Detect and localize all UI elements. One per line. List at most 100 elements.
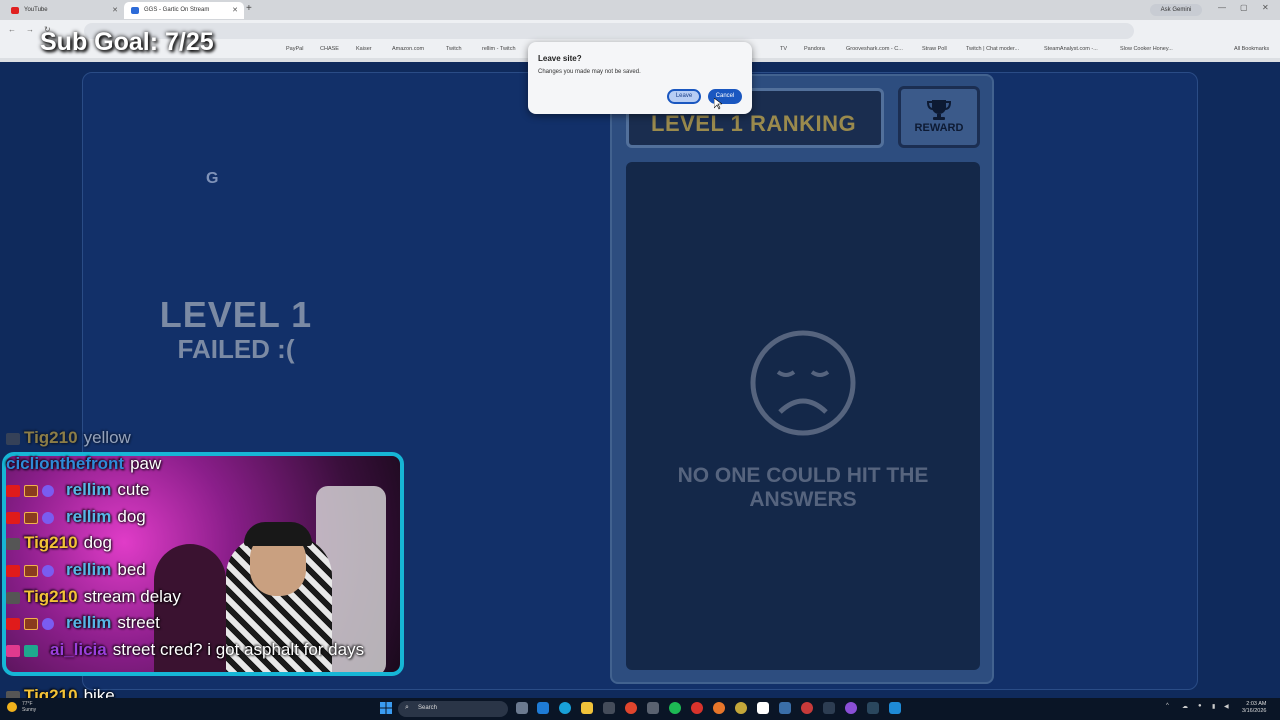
app-icon[interactable] bbox=[647, 702, 659, 714]
dialog-title: Leave site? bbox=[538, 54, 582, 63]
camera-badge-icon bbox=[6, 564, 20, 577]
chat-message: ciclionthefront paw bbox=[6, 454, 161, 478]
chat-user: rellim bbox=[66, 560, 112, 579]
leave-button[interactable]: Leave bbox=[667, 89, 701, 104]
chat-user: Tig210 bbox=[24, 428, 78, 447]
windows-start-icon[interactable] bbox=[380, 702, 392, 714]
subscriber-badge-icon bbox=[24, 511, 38, 524]
bookmark-item[interactable]: TV bbox=[780, 46, 787, 52]
dialog-message: Changes you made may not be saved. bbox=[538, 69, 641, 75]
app-icon[interactable] bbox=[735, 702, 747, 714]
copilot-icon[interactable] bbox=[537, 702, 549, 714]
chat-user: rellim bbox=[66, 507, 112, 526]
chat-text: cute bbox=[117, 480, 150, 499]
bookmark-item[interactable]: All Bookmarks bbox=[1234, 46, 1269, 52]
bookmark-item[interactable]: rellim - Twitch bbox=[482, 46, 516, 52]
reward-button[interactable]: REWARD bbox=[898, 86, 980, 148]
network-icon[interactable]: ▮ bbox=[1212, 703, 1215, 710]
mod-badge-icon bbox=[6, 537, 20, 550]
subscriber-badge-icon bbox=[24, 484, 38, 497]
spotify-icon[interactable] bbox=[669, 702, 681, 714]
taskbar-search[interactable]: ⌕ Search bbox=[398, 701, 508, 717]
camera-badge-icon bbox=[6, 617, 20, 630]
sad-face-icon bbox=[750, 330, 856, 436]
steam-icon[interactable] bbox=[867, 702, 879, 714]
camera-badge-icon bbox=[6, 511, 20, 524]
stream-chat: Tig210 yellow ciclionthefront paw rellim cu… bbox=[0, 428, 420, 720]
minimize-icon[interactable]: — bbox=[1218, 3, 1226, 12]
empty-ranking-message: NO ONE COULD HIT THE ANSWERS bbox=[677, 464, 929, 511]
camera-badge-icon bbox=[6, 484, 20, 497]
bookmark-item[interactable]: Twitch | Chat moder... bbox=[966, 46, 1019, 52]
bookmark-item[interactable]: Grooveshark.com - C... bbox=[846, 46, 903, 52]
obs-icon[interactable] bbox=[757, 702, 769, 714]
terminal-icon[interactable] bbox=[823, 702, 835, 714]
bookmark-item[interactable]: Amazon.com bbox=[392, 46, 424, 52]
app-icon[interactable] bbox=[845, 702, 857, 714]
chat-user: ciclionthefront bbox=[6, 454, 125, 473]
bookmark-item[interactable]: Straw Poll bbox=[922, 46, 947, 52]
bookmark-item[interactable]: CHASE bbox=[320, 46, 339, 52]
bookmark-item[interactable]: SteamAnalyst.com -... bbox=[1044, 46, 1098, 52]
sub-goal-overlay: Sub Goal: 7/25 bbox=[40, 28, 214, 56]
chat-text: paw bbox=[130, 454, 162, 473]
tray-chevron-icon[interactable]: ^ bbox=[1166, 703, 1169, 709]
app-icon[interactable] bbox=[801, 702, 813, 714]
weather-desc: Sunny bbox=[22, 707, 37, 713]
app-icon[interactable] bbox=[889, 702, 901, 714]
hint-letter: G bbox=[206, 170, 219, 187]
ranking-title: LEVEL 1 RANKING bbox=[651, 111, 857, 136]
reward-label: REWARD bbox=[914, 122, 964, 134]
chat-text: dog bbox=[83, 533, 112, 552]
tab-gartic[interactable]: GGS - Gartic On Stream ✕ bbox=[124, 2, 244, 19]
back-icon[interactable]: ← bbox=[8, 25, 16, 34]
mod-badge-icon bbox=[6, 432, 20, 445]
close-icon[interactable]: ✕ bbox=[232, 6, 238, 14]
store-icon[interactable] bbox=[603, 702, 615, 714]
verified-badge-icon bbox=[42, 564, 54, 577]
bookmark-item[interactable]: Kaiser bbox=[356, 46, 372, 52]
chat-message: Tig210 dog bbox=[6, 533, 112, 557]
address-bar[interactable] bbox=[84, 23, 1134, 39]
weather-widget[interactable]: 77°F Sunny bbox=[7, 701, 37, 713]
file-explorer-icon[interactable] bbox=[581, 702, 593, 714]
chrome-icon[interactable] bbox=[625, 702, 637, 714]
chat-text: yellow bbox=[83, 428, 131, 447]
tab-title: GGS - Gartic On Stream bbox=[144, 7, 210, 13]
level-label: LEVEL 1 bbox=[159, 294, 313, 335]
bookmark-item[interactable]: Pandora bbox=[804, 46, 825, 52]
mouse-cursor-icon bbox=[714, 98, 722, 110]
maximize-icon[interactable]: ▢ bbox=[1240, 3, 1248, 12]
bookmark-item[interactable]: PayPal bbox=[286, 46, 303, 52]
system-clock[interactable]: 2:03 AM 3/16/2026 bbox=[1242, 701, 1266, 715]
opera-icon[interactable] bbox=[691, 702, 703, 714]
forward-icon[interactable]: → bbox=[26, 25, 34, 34]
chat-message: rellim street bbox=[6, 613, 160, 637]
close-window-icon[interactable]: ✕ bbox=[1262, 3, 1269, 12]
new-tab-icon[interactable]: + bbox=[246, 3, 252, 14]
chat-user: Tig210 bbox=[24, 533, 78, 552]
microphone-icon[interactable]: ● bbox=[1198, 703, 1202, 709]
failed-label: FAILED :( bbox=[177, 334, 295, 364]
chat-user: ai_licia bbox=[50, 640, 107, 659]
task-view-icon[interactable] bbox=[516, 702, 528, 714]
edge-icon[interactable] bbox=[559, 702, 571, 714]
chat-text: dog bbox=[117, 507, 146, 526]
bookmark-item[interactable]: Twitch bbox=[446, 46, 462, 52]
clock-date: 3/16/2026 bbox=[1242, 708, 1267, 714]
cloud-icon[interactable]: ☁ bbox=[1182, 703, 1188, 710]
ask-gemini-button[interactable]: Ask Gemini bbox=[1150, 4, 1202, 16]
firefox-icon[interactable] bbox=[713, 702, 725, 714]
bot-badge-icon bbox=[24, 644, 38, 657]
close-icon[interactable]: ✕ bbox=[112, 6, 118, 14]
volume-icon[interactable]: ◀ bbox=[1224, 703, 1229, 710]
search-icon: ⌕ bbox=[405, 704, 409, 711]
chat-text: bed bbox=[117, 560, 146, 579]
app-icon[interactable] bbox=[779, 702, 791, 714]
bookmark-item[interactable]: Slow Cooker Honey... bbox=[1120, 46, 1173, 52]
level-result: LEVEL 1 FAILED :( bbox=[156, 294, 316, 365]
tab-youtube[interactable]: YouTube ✕ bbox=[4, 2, 124, 19]
chat-text: street bbox=[117, 613, 160, 632]
windows-taskbar: 77°F Sunny ⌕ Search ^ ☁ ● ▮ ◀ 2:03 AM 3/… bbox=[0, 698, 1280, 720]
mod-badge-icon bbox=[6, 591, 20, 604]
